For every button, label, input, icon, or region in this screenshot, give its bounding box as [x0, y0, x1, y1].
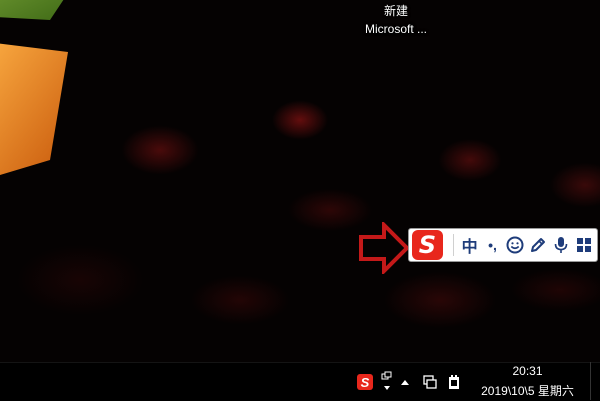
toolbox-grid-icon[interactable]: [574, 233, 594, 257]
sogou-ime-toolbar[interactable]: S 中 •,: [408, 228, 598, 262]
chinese-mode-button[interactable]: 中: [460, 233, 480, 257]
window-switch-icon[interactable]: [380, 363, 394, 401]
shortcut-label-line1: 新建: [383, 4, 408, 18]
sogou-logo-icon[interactable]: S: [412, 230, 443, 260]
tray-ime-letter: S: [360, 374, 370, 390]
overflow-chevron-icon[interactable]: [398, 363, 412, 401]
microphone-icon[interactable]: [551, 233, 571, 257]
sogou-tray-icon[interactable]: S: [354, 363, 376, 401]
emoji-icon[interactable]: [505, 233, 525, 257]
device-icon[interactable]: [444, 363, 464, 401]
skin-pen-icon[interactable]: [528, 233, 548, 257]
toolbar-divider: [452, 234, 454, 256]
taskbar-clock[interactable]: 20:31 2019\10\5 星期六: [470, 362, 585, 400]
network-icon[interactable]: [420, 363, 440, 401]
shortcut-label-line2: Microsoft ...: [364, 22, 427, 36]
desktop-wallpaper: 新建 Microsoft ... S 中 •,: [0, 0, 600, 362]
punctuation-button[interactable]: •,: [483, 233, 503, 257]
sogou-logo-letter: S: [418, 231, 437, 259]
wallpaper-logo-icon: [0, 0, 68, 175]
clock-time: 20:31: [512, 364, 543, 378]
desktop-shortcut[interactable]: 新建 Microsoft ...: [356, 2, 436, 38]
annotation-arrow-icon: [359, 222, 410, 274]
show-desktop-button[interactable]: [590, 362, 600, 400]
clock-date: 2019\10\5 星期六: [481, 384, 574, 398]
